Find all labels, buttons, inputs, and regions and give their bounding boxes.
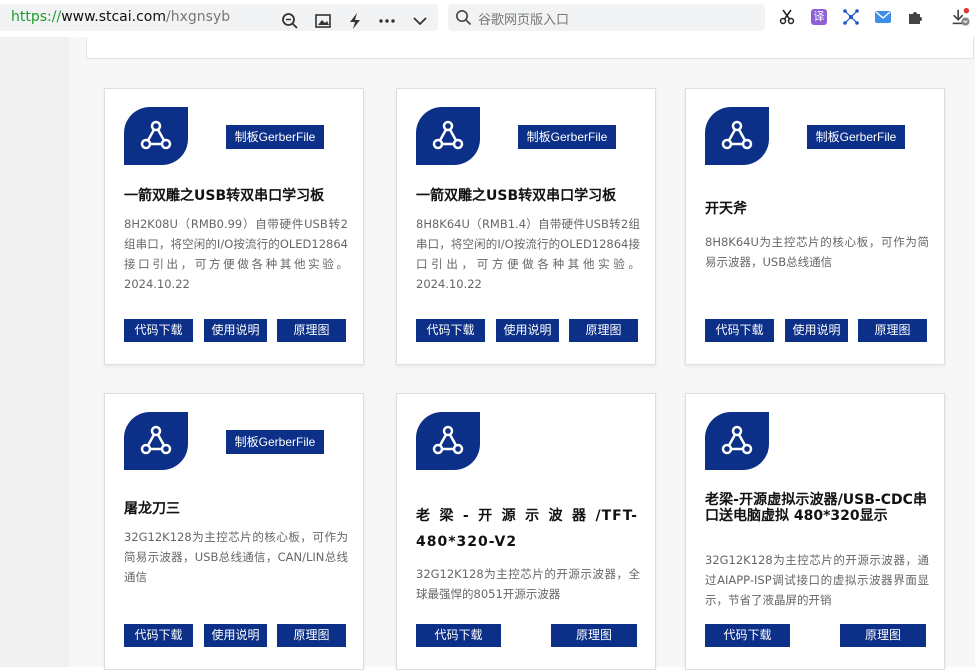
zoom-icon[interactable] xyxy=(279,10,301,32)
address-bar[interactable]: https://www.stcai.com/hxgnsyb xyxy=(0,4,438,31)
code-download-button[interactable]: 代码下载 xyxy=(416,624,501,647)
url-text[interactable]: https://www.stcai.com/hxgnsyb xyxy=(11,9,230,25)
card-title: 开天斧 xyxy=(705,201,747,217)
logo-icon xyxy=(416,412,480,470)
translate-icon[interactable]: 译 xyxy=(809,7,829,27)
card-title: 一箭双雕之USB转双串口学习板 xyxy=(416,188,617,204)
schematic-button[interactable]: 原理图 xyxy=(840,624,926,647)
more-icon[interactable] xyxy=(376,10,398,32)
schematic-button[interactable]: 原理图 xyxy=(858,319,927,342)
browser-toolbar: https://www.stcai.com/hxgnsyb 谷歌网页版入口 译 xyxy=(0,0,975,37)
search-box[interactable]: 谷歌网页版入口 xyxy=(448,4,765,31)
schematic-button[interactable]: 原理图 xyxy=(277,624,346,647)
code-download-button[interactable]: 代码下载 xyxy=(124,624,193,647)
logo-icon xyxy=(705,412,769,470)
code-download-button[interactable]: 代码下载 xyxy=(705,319,774,342)
top-panel xyxy=(86,37,974,59)
puzzle-icon[interactable] xyxy=(905,7,925,27)
gerber-button[interactable]: 制板GerberFile xyxy=(226,125,324,149)
gerber-button[interactable]: 制板GerberFile xyxy=(226,430,324,454)
card-title: 一箭双雕之USB转双串口学习板 xyxy=(124,188,325,204)
code-download-button[interactable]: 代码下载 xyxy=(124,319,193,342)
product-card: 制板GerberFile 一箭双雕之USB转双串口学习板 8H2K08U（RMB… xyxy=(104,88,364,365)
product-card: 制板GerberFile 开天斧 8H8K64U为主控芯片的核心板，可作为简易示… xyxy=(685,88,945,365)
manual-button[interactable]: 使用说明 xyxy=(496,319,559,342)
product-card: 老梁-开源虚拟示波器/USB-CDC串口送电脑虚拟 480*320显示 32G1… xyxy=(685,393,945,670)
code-download-button[interactable]: 代码下载 xyxy=(416,319,485,342)
card-description: 32G12K128为主控芯片的开源示波器，全球最强悍的8051开源示波器 xyxy=(416,567,640,601)
schematic-button[interactable]: 原理图 xyxy=(551,624,637,647)
card-title: 老梁-开源虚拟示波器/USB-CDC串口送电脑虚拟 480*320显示 xyxy=(705,492,927,524)
logo-icon xyxy=(416,107,480,165)
download-icon[interactable] xyxy=(950,7,970,27)
product-card: 老梁-开源示波器/TFT-480*320-V2 32G12K128为主控芯片的开… xyxy=(396,393,656,670)
schematic-button[interactable]: 原理图 xyxy=(569,319,638,342)
mail-icon[interactable] xyxy=(873,7,893,27)
card-title: 老梁-开源示波器/TFT-480*320-V2 xyxy=(416,508,638,550)
scissors-icon[interactable] xyxy=(777,7,797,27)
network-icon[interactable] xyxy=(841,7,861,27)
logo-icon xyxy=(124,412,188,470)
logo-icon xyxy=(124,107,188,165)
bolt-icon[interactable] xyxy=(344,10,366,32)
manual-button[interactable]: 使用说明 xyxy=(785,319,848,342)
code-download-button[interactable]: 代码下载 xyxy=(705,624,790,647)
card-description: 32G12K128为主控芯片的核心板，可作为简易示波器，USB总线通信，CAN/… xyxy=(124,530,348,584)
card-description: 8H8K64U为主控芯片的核心板，可作为简易示波器，USB总线通信 xyxy=(705,235,929,269)
card-description: 8H8K64U（RMB1.4）自带硬件USB转2组串口，将空闲的I/O按流行的O… xyxy=(416,217,640,291)
product-card: 制板GerberFile 屠龙刀三 32G12K128为主控芯片的核心板，可作为… xyxy=(104,393,364,670)
card-description: 32G12K128为主控芯片的开源示波器，通过AIAPP-ISP调试接口的虚拟示… xyxy=(705,553,929,607)
left-gutter xyxy=(0,37,70,667)
schematic-button[interactable]: 原理图 xyxy=(277,319,346,342)
chevron-down-icon[interactable] xyxy=(409,10,431,32)
image-icon[interactable] xyxy=(312,10,334,32)
manual-button[interactable]: 使用说明 xyxy=(204,319,267,342)
card-description: 8H2K08U（RMB0.99）自带硬件USB转2组串口，将空闲的I/O按流行的… xyxy=(124,217,348,291)
card-title: 屠龙刀三 xyxy=(124,501,180,517)
manual-button[interactable]: 使用说明 xyxy=(204,624,267,647)
gerber-button[interactable]: 制板GerberFile xyxy=(807,125,905,149)
search-icon xyxy=(452,6,474,28)
search-placeholder: 谷歌网页版入口 xyxy=(478,13,570,28)
gerber-button[interactable]: 制板GerberFile xyxy=(518,125,616,149)
product-card: 制板GerberFile 一箭双雕之USB转双串口学习板 8H8K64U（RMB… xyxy=(396,88,656,365)
logo-icon xyxy=(705,107,769,165)
